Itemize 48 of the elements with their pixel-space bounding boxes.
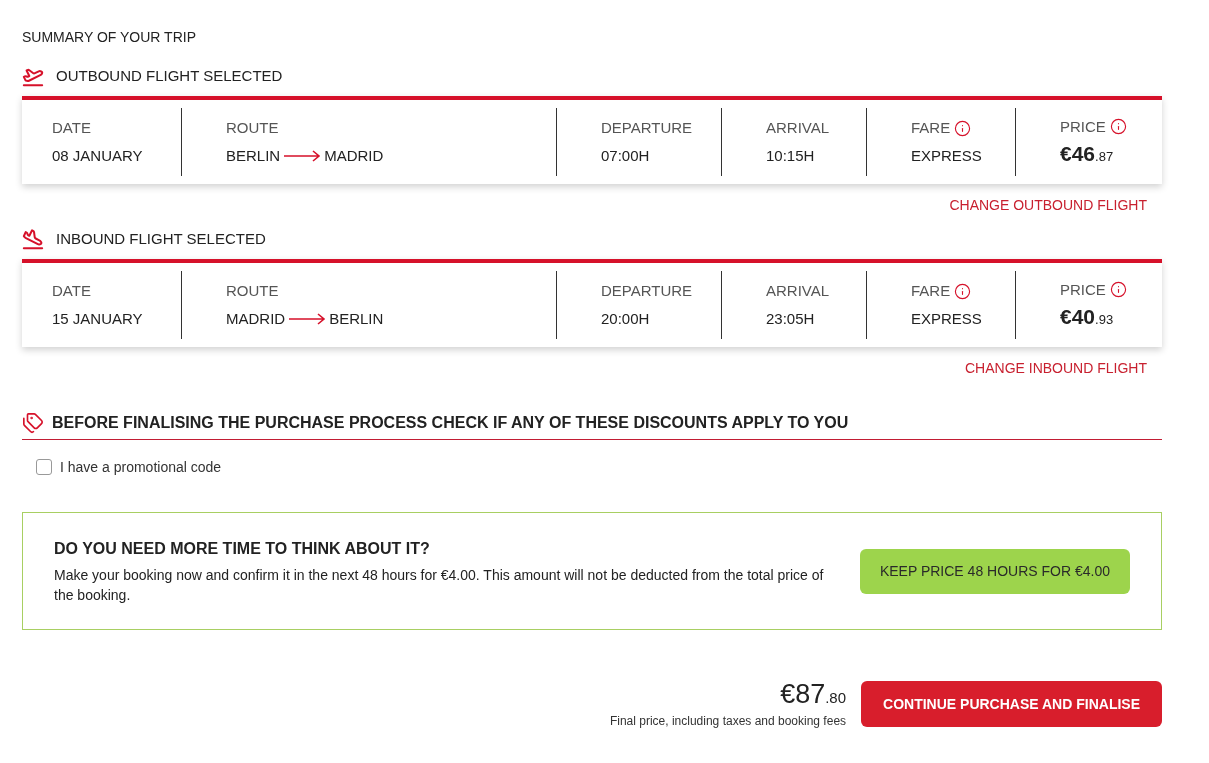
arrival-time: 10:15H [766, 146, 815, 166]
departure-time: 20:00H [601, 309, 650, 329]
column-label: DATE [52, 118, 91, 138]
change-flight-link[interactable]: CHANGE INBOUND FLIGHT [965, 358, 1147, 378]
column-label: PRICE [1060, 116, 1106, 137]
price-value: €46.87 [1060, 142, 1114, 167]
route-origin: MADRID [226, 309, 286, 329]
column-label: PRICE [1060, 279, 1106, 300]
column-label: FARE [911, 281, 951, 301]
column-label: FARE [911, 118, 951, 138]
promo-checkbox-label: I have a promotional code [60, 458, 222, 477]
keep-price-button[interactable]: KEEP PRICE 48 HOURS FOR €4.00 [859, 548, 1130, 594]
page-title: SUMMARY OF YOUR TRIP [22, 28, 196, 46]
info-icon[interactable] [1109, 118, 1127, 135]
total-price-note: Final price, including taxes and booking fees [609, 713, 847, 729]
route-origin: BERLIN [226, 146, 281, 166]
discounts-heading: BEFORE FINALISING THE PURCHASE PROCESS CHECK IF ANY OF THESE DISCOUNTS APPLY TO YOU [52, 413, 849, 433]
info-icon[interactable] [954, 282, 972, 300]
info-icon[interactable] [1109, 281, 1127, 298]
arrow-right-icon [283, 150, 322, 162]
column-label: ROUTE [226, 118, 279, 138]
promo-checkbox[interactable] [36, 459, 52, 475]
date-value: 15 JANUARY [52, 309, 143, 329]
continue-purchase-button[interactable]: CONTINUE PURCHASE AND FINALISE [861, 681, 1162, 727]
arrival-time: 23:05H [766, 309, 815, 329]
departure-time: 07:00H [601, 146, 650, 166]
column-label: ARRIVAL [766, 281, 830, 301]
info-icon[interactable] [954, 119, 972, 137]
change-flight-link[interactable]: CHANGE OUTBOUND FLIGHT [949, 195, 1147, 215]
column-label: DATE [52, 281, 91, 301]
column-label: DEPARTURE [601, 281, 693, 301]
fare-value: EXPRESS [911, 309, 982, 329]
date-value: 08 JANUARY [52, 146, 143, 166]
column-label: ARRIVAL [766, 118, 830, 138]
flight-section-title: INBOUND FLIGHT SELECTED [56, 229, 266, 249]
price-value: €40.93 [1060, 305, 1114, 330]
arrow-right-icon [288, 313, 327, 325]
plane-landing-icon [22, 228, 44, 250]
route-destination: MADRID [324, 146, 384, 166]
hold-offer-title: DO YOU NEED MORE TIME TO THINK ABOUT IT? [54, 538, 430, 559]
tags-icon [22, 412, 44, 434]
route-destination: BERLIN [329, 309, 384, 329]
column-label: ROUTE [226, 281, 279, 301]
column-label: DEPARTURE [601, 118, 693, 138]
total-price: €87.80 [780, 679, 847, 711]
fare-value: EXPRESS [911, 146, 982, 166]
hold-offer-text: Make your booking now and confirm it in the next 48 hours for €4.00. This amount will not be deducted from the total price of the booking. [54, 565, 825, 605]
flight-section-title: OUTBOUND FLIGHT SELECTED [56, 66, 283, 86]
